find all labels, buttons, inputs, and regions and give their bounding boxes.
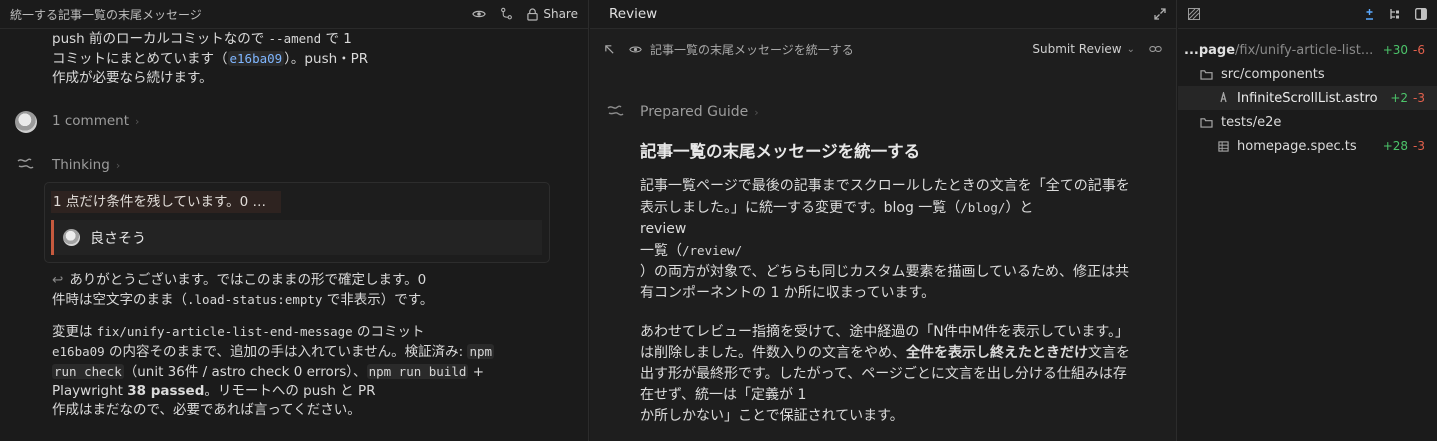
comment-text: 良さそう [90, 231, 146, 247]
reply-message: ↩ ありがとうございます。ではこのままの形で確定します。0 件時は空文字のまま（.… [52, 272, 495, 418]
folder-row[interactable]: src/components [1178, 62, 1437, 86]
avatar [15, 111, 37, 133]
conversation-title: 統一する記事一覧の末尾メッセージ [10, 7, 202, 22]
diff-icon[interactable] [1364, 8, 1375, 21]
tree-icon[interactable] [1389, 8, 1401, 20]
review-pane: Review 記事一覧の末尾メッセージを統一する Submit Review ⌄… [590, 0, 1177, 441]
files-header [1178, 0, 1437, 29]
astro-file-icon [1218, 92, 1229, 104]
branch-path-row[interactable]: ...page /fix/unify-article-list... +30 -… [1178, 38, 1437, 62]
guide-heading: 記事一覧の末尾メッセージを統一する [640, 142, 921, 161]
reply-icon: ↩ [52, 272, 64, 288]
highlighted-text[interactable]: 1 点だけ条件を残しています。0 … [51, 191, 281, 213]
guide-icon [607, 104, 625, 118]
commit-hash-link[interactable]: e16ba09 [227, 51, 285, 66]
review-comment-card: 1 点だけ条件を残しています。0 … 良さそう [44, 182, 550, 263]
guide-paragraph-2: あわせてレビュー指摘を受けて、途中経過の「N件中M件を表示しています。」は削除し… [640, 324, 1130, 424]
chevron-right-icon: › [115, 159, 121, 172]
review-breadcrumb: 記事一覧の末尾メッセージを統一する [650, 42, 854, 57]
link-icon[interactable] [1149, 44, 1162, 54]
thinking-icon [17, 157, 35, 171]
folder-row[interactable]: tests/e2e [1178, 110, 1437, 134]
chevron-right-icon: › [135, 115, 140, 128]
files-pane: ...page /fix/unify-article-list... +30 -… [1178, 0, 1437, 441]
submit-review-button[interactable]: Submit Review [1032, 42, 1121, 56]
eye-icon[interactable] [472, 7, 487, 21]
branch-icon[interactable] [500, 7, 513, 21]
review-toolbar: 記事一覧の末尾メッセージを統一する Submit Review ⌄ [590, 30, 1176, 68]
thinking-toggle[interactable]: Thinking › [52, 157, 120, 173]
avatar [63, 229, 80, 246]
tab-review[interactable]: Review [600, 6, 1154, 22]
guide-paragraph-1: 記事一覧ページで最後の記事までスクロールしたときの文言を「全ての記事を表示しまし… [640, 178, 1130, 301]
panel-striped-icon[interactable] [1188, 8, 1200, 20]
comment-quote: 良さそう [51, 220, 542, 255]
folder-icon [1200, 69, 1213, 80]
conversation-pane: 統一する記事一覧の末尾メッセージ Share push 前のローカルコミットなの… [0, 0, 589, 441]
eye-icon[interactable] [629, 43, 642, 56]
file-row[interactable]: homepage.spec.ts +28 -3 [1178, 134, 1437, 158]
folder-icon [1200, 117, 1213, 128]
sidebar-toggle-icon[interactable] [1415, 8, 1427, 20]
collapse-arrow-icon[interactable] [604, 44, 615, 55]
review-header: Review [590, 0, 1176, 29]
lock-icon [527, 7, 539, 21]
conversation-header: 統一する記事一覧の末尾メッセージ Share [0, 0, 588, 29]
chevron-down-icon[interactable]: ⌄ [1127, 44, 1135, 55]
expand-icon[interactable] [1154, 8, 1166, 20]
prepared-guide-toggle[interactable]: Prepared Guide › [640, 104, 759, 120]
share-button[interactable]: Share [543, 7, 578, 21]
message-top: push 前のローカルコミットなので --amend で 1 コミットにまとめて… [52, 31, 369, 86]
comment-count-toggle[interactable]: 1 comment › [52, 113, 139, 129]
spec-file-icon [1218, 140, 1229, 152]
chevron-right-icon: › [754, 106, 759, 119]
file-row-selected[interactable]: InfiniteScrollList.astro +2 -3 [1178, 86, 1437, 110]
